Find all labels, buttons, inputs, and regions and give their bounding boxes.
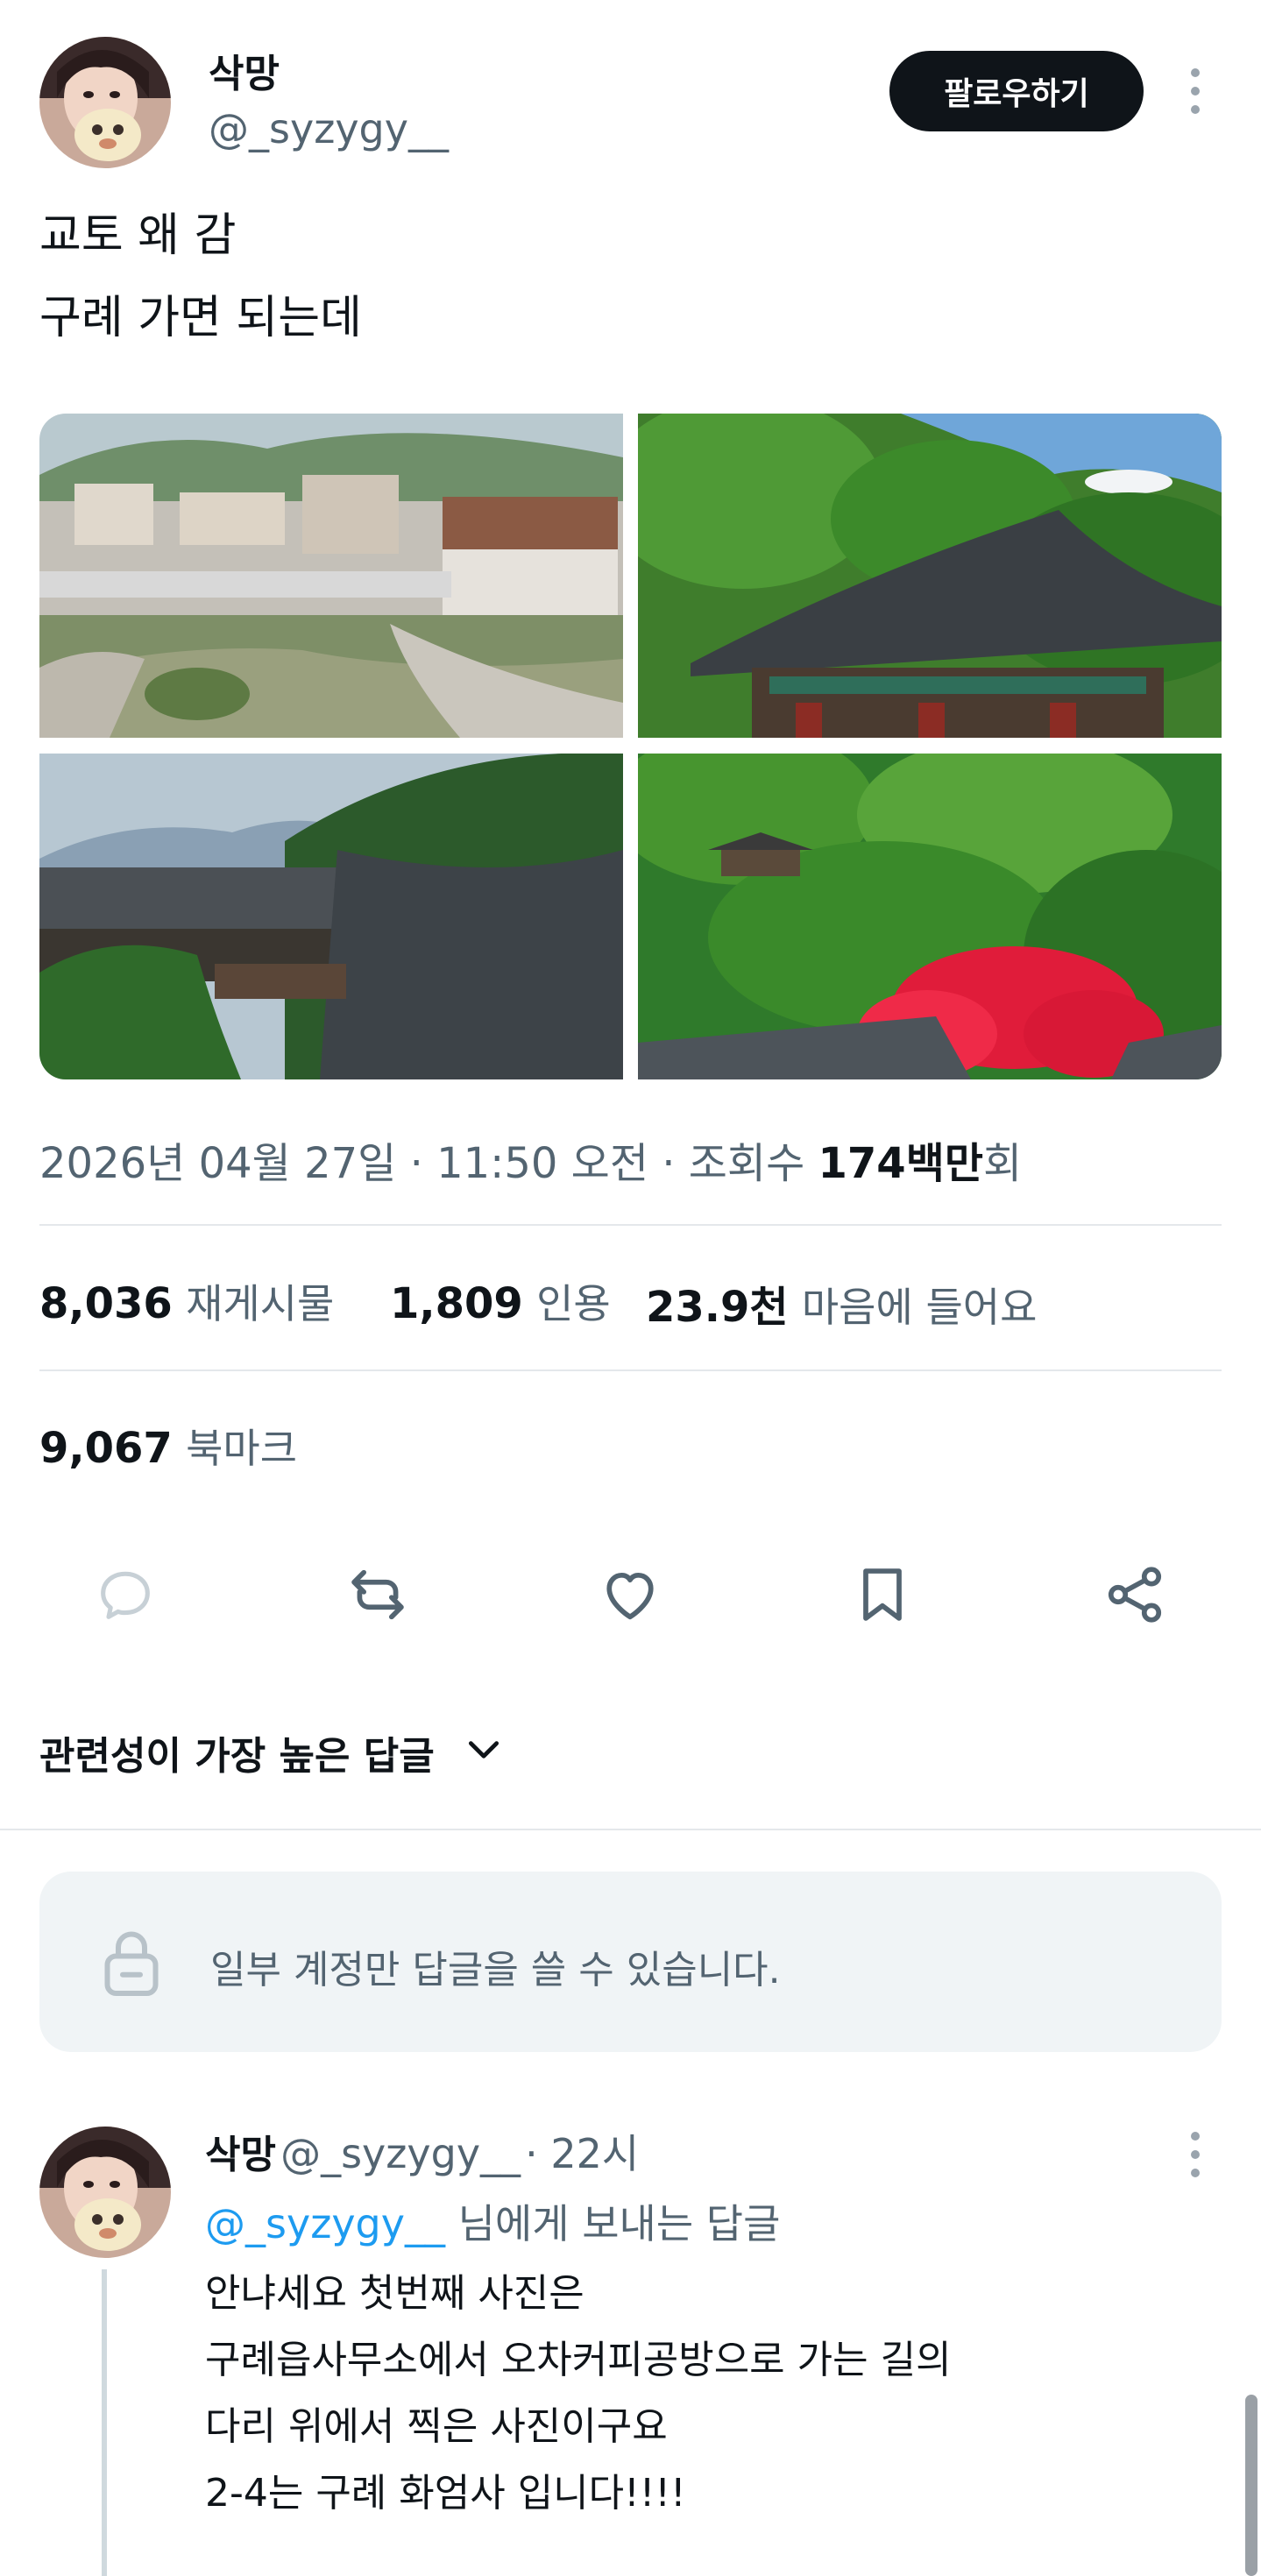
replies-sort-dropdown[interactable]: 관련성이 가장 높은 답글 — [39, 1724, 435, 1780]
quotes-label: 인용 — [536, 1280, 611, 1327]
timestamp-line: 2026년 04월 27일 · 11:50 오전 · 조회수 174백만회 — [39, 1129, 1022, 1190]
display-name[interactable]: 삭망 — [209, 42, 280, 98]
follow-button[interactable]: 팔로우하기 — [889, 51, 1144, 131]
heart-icon — [606, 1572, 654, 1620]
retweets-label: 재게시물 — [186, 1280, 335, 1327]
avatar-image — [39, 37, 171, 168]
reply-restriction-notice: 일부 계정만 답글을 쓸 수 있습니다. — [39, 1872, 1222, 2052]
scrollbar[interactable] — [1245, 2395, 1257, 2576]
replying-to-suffix: 님에게 보내는 답글 — [444, 2200, 781, 2247]
photo-2[interactable] — [638, 414, 1222, 738]
retweet-icon — [351, 1569, 404, 1620]
replies-sort-label: 관련성이 가장 높은 답글 — [39, 1734, 435, 1779]
notice-text: 일부 계정만 답글을 쓸 수 있습니다. — [210, 1948, 781, 1992]
thread-line — [102, 2269, 107, 2576]
retweets-count: 8,036 — [39, 1279, 173, 1328]
divider — [0, 1829, 1261, 1830]
reply-time[interactable]: · 22시 — [525, 2130, 639, 2177]
share-button[interactable] — [1091, 1551, 1179, 1638]
bookmark-icon — [863, 1568, 902, 1621]
photo-3[interactable] — [39, 754, 623, 1079]
reply-body-line-2: 구례읍사무소에서 오차커피공방으로 가는 길의 — [205, 2338, 952, 2382]
views-count: 174백만 — [818, 1139, 984, 1188]
reply-more-options-icon[interactable] — [1185, 2132, 1206, 2177]
timestamp[interactable]: 2026년 04월 27일 · 11:50 오전 · 조회수 — [39, 1139, 818, 1188]
reply-display-name[interactable]: 삭망 — [205, 2133, 276, 2177]
likes-count: 23.9천 — [646, 1283, 789, 1332]
tweet-text-line-1: 교토 왜 감 — [39, 209, 237, 262]
share-icon — [1108, 1567, 1162, 1623]
likes-label: 마음에 들어요 — [801, 1284, 1038, 1331]
avatar[interactable] — [39, 37, 171, 168]
replying-to: @_syzygy__ 님에게 보내는 답글 — [205, 2192, 780, 2250]
reply-body-line-3: 다리 위에서 찍은 사진이구요 — [205, 2404, 668, 2449]
likes-stat[interactable]: 23.9천 마음에 들어요 — [646, 1272, 1037, 1334]
reply-handle[interactable]: @_syzygy__ — [280, 2130, 521, 2177]
reply-avatar-image — [39, 2127, 171, 2258]
bookmark-button[interactable] — [839, 1551, 926, 1638]
divider — [39, 1369, 1222, 1371]
reply-body-line-1: 안냐세요 첫번째 사진은 — [205, 2271, 584, 2316]
reply-body-line-4: 2-4는 구례 화엄사 입니다!!!! — [205, 2471, 686, 2516]
retweet-button[interactable] — [334, 1551, 422, 1638]
reply-button[interactable] — [81, 1551, 169, 1638]
divider — [39, 1224, 1222, 1226]
like-button[interactable] — [586, 1551, 674, 1638]
bookmarks-label: 북마크 — [186, 1425, 298, 1472]
reply-icon — [101, 1571, 150, 1619]
tweet-text-line-2: 구례 가면 되는데 — [39, 292, 362, 344]
photo-4[interactable] — [638, 754, 1222, 1079]
bookmarks-count: 9,067 — [39, 1424, 173, 1473]
views-suffix: 회 — [983, 1139, 1023, 1188]
retweets-stat[interactable]: 8,036 재게시물 — [39, 1272, 334, 1330]
media-grid — [39, 414, 1222, 1079]
more-options-icon[interactable] — [1185, 68, 1206, 114]
quotes-stat[interactable]: 1,809 인용 — [390, 1272, 611, 1330]
quotes-count: 1,809 — [390, 1279, 523, 1328]
bookmarks-stat[interactable]: 9,067 북마크 — [39, 1417, 297, 1475]
reply-header: 삭망 @_syzygy__ · 22시 — [205, 2122, 639, 2180]
lock-icon — [101, 1928, 162, 1998]
chevron-down-icon[interactable] — [464, 1735, 503, 1765]
handle[interactable]: @_syzygy__ — [209, 105, 449, 152]
replying-to-link[interactable]: @_syzygy__ — [205, 2200, 445, 2247]
photo-1[interactable] — [39, 414, 623, 738]
reply-avatar[interactable] — [39, 2127, 171, 2258]
